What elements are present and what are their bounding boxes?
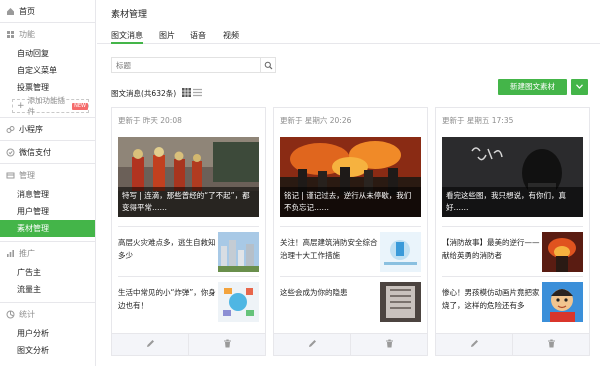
tab-image[interactable]: 图片 xyxy=(159,30,175,44)
article-card: 更新于 星期六 20:26 铭记 | 谨记过去，逆行从未停歇，我们不负忘记…… … xyxy=(273,107,428,356)
tab-voice[interactable]: 语音 xyxy=(190,30,206,44)
sidebar-group-label: 功能 xyxy=(19,29,35,39)
sub-article-title: 这些会成为你的隐患 xyxy=(280,288,348,297)
stats-icon xyxy=(6,310,15,319)
pencil-icon xyxy=(308,339,317,350)
sub-article[interactable]: 这些会成为你的隐患 xyxy=(280,276,421,326)
cover-title: 特写 | 连滴，那些曾经的“了不起”，都变得平常…… xyxy=(118,187,259,217)
sub-article[interactable]: 生活中常见的小“炸弹”，你身边也有！ xyxy=(118,276,259,326)
wechat-pay-icon xyxy=(6,148,15,157)
article-count: 图文消息(共632条) xyxy=(111,89,177,98)
sub-article-thumbnail xyxy=(542,282,583,322)
card-update-time: 更新于 星期六 20:26 xyxy=(280,116,352,125)
delete-button[interactable] xyxy=(188,334,265,355)
sidebar-item-advertiser[interactable]: 广告主 xyxy=(0,264,95,281)
sub-article-thumbnail xyxy=(218,282,259,322)
sub-article-thumbnail xyxy=(542,232,583,272)
sub-article-title: 生活中常见的小“炸弹”，你身边也有！ xyxy=(118,288,216,310)
sub-article[interactable]: 惨心！男孩模仿动画片竟把家烧了，这样的危险还有多 xyxy=(442,276,583,326)
article-card: 更新于 星期五 17:35 看完这些图，我只想说，有你们，真好…… 【消防故事】… xyxy=(435,107,590,356)
search-input[interactable] xyxy=(112,58,262,72)
new-article-button[interactable]: 新建图文素材 xyxy=(498,79,567,95)
cover-title: 看完这些图，我只想说，有你们，真好…… xyxy=(442,187,583,217)
card-update-time: 更新于 昨天 20:08 xyxy=(118,116,182,125)
card-cover[interactable]: 特写 | 连滴，那些曾经的“了不起”，都变得平常…… xyxy=(118,137,259,217)
sidebar-item-vote[interactable]: 投票管理 xyxy=(0,79,95,96)
sidebar-group-label: 管理 xyxy=(19,170,35,180)
card-cover[interactable]: 看完这些图，我只想说，有你们，真好…… xyxy=(442,137,583,217)
cover-title: 铭记 | 谨记过去，逆行从未停歇，我们不负忘记…… xyxy=(280,187,421,217)
promote-icon xyxy=(6,249,15,258)
trash-icon xyxy=(223,339,232,350)
sidebar-group-label: 统计 xyxy=(19,309,35,319)
page-title: 素材管理 xyxy=(111,10,148,20)
plus-icon: + xyxy=(17,101,25,111)
edit-button[interactable] xyxy=(274,334,350,355)
sidebar: 首页 功能 自动回复 自定义菜单 投票管理 + 添加功能插件 NEW 小程序 微… xyxy=(0,0,96,366)
delete-button[interactable] xyxy=(350,334,427,355)
sidebar-item-user-analysis[interactable]: 用户分析 xyxy=(0,325,95,342)
sidebar-item-label: 微信支付 xyxy=(19,147,51,157)
sidebar-item-article-analysis[interactable]: 图文分析 xyxy=(0,342,95,359)
sidebar-group-promote: 推广 xyxy=(0,242,95,264)
sub-article-title: 高层火灾难点多，逃生自救知多少 xyxy=(118,238,216,260)
search-icon[interactable] xyxy=(260,58,275,72)
sub-article-thumbnail xyxy=(380,282,421,322)
trash-icon xyxy=(547,339,556,350)
sidebar-item-wechat-pay[interactable]: 微信支付 xyxy=(0,141,95,163)
pencil-icon xyxy=(146,339,155,350)
main-content: 素材管理 图文消息 图片 语音 视频 图文消息(共632条) 新建图文素材 更新… xyxy=(97,0,600,366)
sidebar-item-home[interactable]: 首页 xyxy=(0,0,95,22)
sub-article-thumbnail xyxy=(218,232,259,272)
sidebar-item-label: 小程序 xyxy=(19,124,43,134)
sidebar-item-user-manage[interactable]: 用户管理 xyxy=(0,203,95,220)
card-operations xyxy=(274,333,427,355)
sidebar-group-label: 推广 xyxy=(19,248,35,258)
new-badge: NEW xyxy=(72,102,88,110)
sub-article[interactable]: 关注！高层建筑消防安全综合治理十大工作措施 xyxy=(280,226,421,276)
add-plugin-label: 添加功能插件 xyxy=(27,96,66,116)
add-plugin-button[interactable]: + 添加功能插件 NEW xyxy=(12,96,89,116)
sub-article-title: 惨心！男孩模仿动画片竟把家烧了，这样的危险还有多 xyxy=(442,288,540,310)
card-operations xyxy=(436,333,589,355)
article-card: 更新于 昨天 20:08 特写 | 连滴，那些曾经的“了不起”，都变得平常…… … xyxy=(111,107,266,356)
new-article-dropdown[interactable] xyxy=(571,79,588,95)
sub-article-thumbnail xyxy=(380,232,421,272)
chevron-down-icon xyxy=(576,83,583,91)
sub-article-title: 关注！高层建筑消防安全综合治理十大工作措施 xyxy=(280,238,378,260)
sub-article-title: 【消防故事】最美的逆行——献给英勇的消防者 xyxy=(442,238,540,260)
sidebar-item-mini-program[interactable]: 小程序 xyxy=(0,118,95,140)
sidebar-item-material-manage[interactable]: 素材管理 xyxy=(0,220,95,237)
sidebar-item-custom-menu[interactable]: 自定义菜单 xyxy=(0,62,95,79)
sidebar-item-publisher[interactable]: 流量主 xyxy=(0,281,95,298)
manage-icon xyxy=(6,171,15,180)
function-icon xyxy=(6,30,15,39)
tab-bar: 图文消息 图片 语音 视频 xyxy=(97,26,600,44)
card-operations xyxy=(112,333,265,355)
delete-button[interactable] xyxy=(512,334,589,355)
card-cover[interactable]: 铭记 | 谨记过去，逆行从未停歇，我们不负忘记…… xyxy=(280,137,421,217)
view-switcher xyxy=(181,87,202,97)
sidebar-item-auto-reply[interactable]: 自动回复 xyxy=(0,45,95,62)
list-view-icon[interactable] xyxy=(192,87,202,97)
home-icon xyxy=(6,7,15,16)
sidebar-group-manage: 管理 xyxy=(0,164,95,186)
sidebar-item-message-manage[interactable]: 消息管理 xyxy=(0,186,95,203)
grid-view-icon[interactable] xyxy=(181,87,191,97)
edit-button[interactable] xyxy=(436,334,512,355)
search-box xyxy=(111,57,276,73)
card-update-time: 更新于 星期五 17:35 xyxy=(442,116,514,125)
sub-article[interactable]: 高层火灾难点多，逃生自救知多少 xyxy=(118,226,259,276)
sub-article[interactable]: 【消防故事】最美的逆行——献给英勇的消防者 xyxy=(442,226,583,276)
trash-icon xyxy=(385,339,394,350)
sidebar-group-stats: 统计 xyxy=(0,303,95,325)
sidebar-group-function: 功能 xyxy=(0,23,95,45)
edit-button[interactable] xyxy=(112,334,188,355)
tab-video[interactable]: 视频 xyxy=(223,30,239,44)
sidebar-item-label: 首页 xyxy=(19,6,35,16)
mini-program-icon xyxy=(6,125,15,134)
pencil-icon xyxy=(470,339,479,350)
tab-article[interactable]: 图文消息 xyxy=(111,30,143,44)
